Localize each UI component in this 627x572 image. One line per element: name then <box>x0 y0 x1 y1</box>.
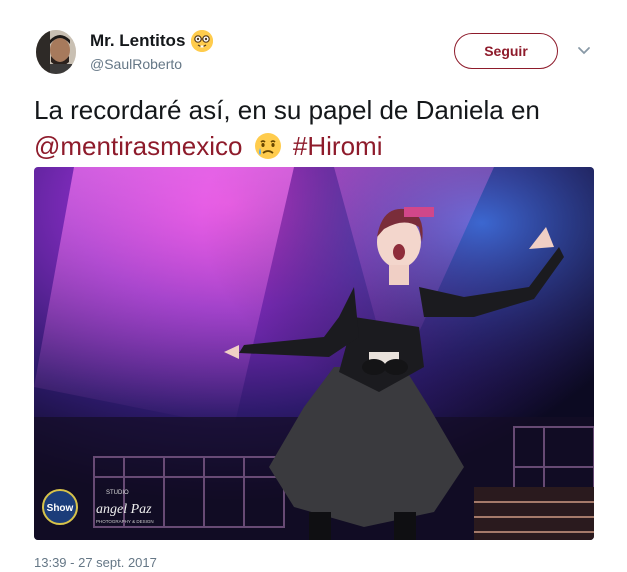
watermark-left: Show <box>47 503 74 514</box>
chevron-down-icon[interactable] <box>576 42 592 58</box>
nerd-face-emoji-icon <box>191 30 214 52</box>
stage-photo: Show STUDIO angel Paz PHOTOGRAPHY & DESI… <box>34 167 594 540</box>
tweet-text: La recordaré así, en su papel de Daniela… <box>34 92 604 164</box>
watermark-right-top: STUDIO <box>106 490 129 496</box>
tweet-text-body: La recordaré así, en su papel de Daniela… <box>34 95 540 125</box>
author-name[interactable]: Mr. Lentitos <box>90 31 185 51</box>
author-name-row[interactable]: Mr. Lentitos <box>90 30 214 52</box>
tweet-media-photo[interactable]: Show STUDIO angel Paz PHOTOGRAPHY & DESI… <box>34 167 594 540</box>
author-handle[interactable]: @SaulRoberto <box>90 56 182 72</box>
hashtag-link[interactable]: #Hiromi <box>293 131 383 161</box>
avatar[interactable] <box>36 30 76 74</box>
watermark-right-bottom: PHOTOGRAPHY & DESIGN <box>96 519 154 524</box>
mention-link[interactable]: @mentirasmexico <box>34 131 242 161</box>
avatar-photo <box>36 30 76 74</box>
watermark-right: angel Paz <box>96 502 152 517</box>
crying-face-emoji-icon <box>254 132 282 160</box>
tweet-timestamp[interactable]: 13:39 - 27 sept. 2017 <box>34 555 157 570</box>
follow-button[interactable]: Seguir <box>454 33 558 69</box>
watermark-show-logo: Show <box>42 489 78 525</box>
